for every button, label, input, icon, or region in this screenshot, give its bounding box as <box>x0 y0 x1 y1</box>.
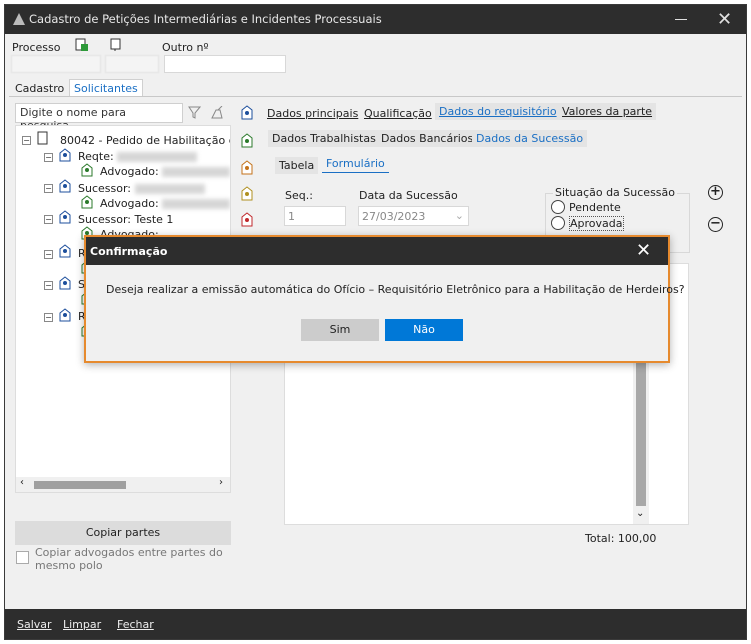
tree-collapse-toggle[interactable]: − <box>44 281 53 290</box>
close-button[interactable]: Fechar <box>117 618 154 631</box>
tree-collapse-toggle[interactable]: − <box>44 184 53 193</box>
lawyer-icon <box>81 163 93 177</box>
tab-dados-requisitorio[interactable]: Dados do requisitório <box>435 103 561 120</box>
search-input[interactable]: Digite o nome para pesquisa... <box>15 103 183 132</box>
tree-collapse-toggle[interactable]: − <box>44 215 53 224</box>
filter-icon[interactable] <box>188 106 201 119</box>
processo-label: Processo <box>12 41 61 54</box>
tab-dados-sucessao[interactable]: Dados da Sucessão <box>472 130 588 147</box>
new-document-icon[interactable] <box>75 38 89 52</box>
app-icon <box>13 13 25 25</box>
outro-field[interactable] <box>164 55 286 73</box>
clear-filter-icon[interactable] <box>210 106 224 120</box>
tree-item[interactable]: Advogado: <box>100 165 230 178</box>
tab-qualificacao[interactable]: Qualificação <box>360 105 436 122</box>
no-button[interactable]: Não <box>385 319 463 341</box>
copy-lawyers-checkbox[interactable] <box>16 551 29 564</box>
date-label: Data da Sucessão <box>359 189 458 202</box>
situacao-label: Situação da Sucessão <box>553 186 678 199</box>
person-icon <box>59 179 71 193</box>
person-icon[interactable] <box>241 105 253 120</box>
dialog-message: Deseja realizar a emissão automática do … <box>106 283 685 296</box>
copy-lawyers-label: Copiar advogados entre partes do mesmo p… <box>35 546 223 572</box>
tree-collapse-toggle[interactable]: − <box>44 153 53 162</box>
radio-pendente-label: Pendente <box>569 201 621 214</box>
dialog-title: Confirmação <box>90 245 168 258</box>
footer-bar: Salvar Limpar Fechar <box>5 609 746 639</box>
tree-item[interactable]: Sucessor: <box>78 182 205 195</box>
total-label: Total: 100,00 <box>585 532 657 545</box>
tree-collapse-toggle[interactable]: − <box>44 313 53 322</box>
tab-valores-parte[interactable]: Valores da parte <box>558 103 657 120</box>
tab-solicitantes[interactable]: Solicitantes <box>69 79 143 97</box>
radio-aprovada[interactable] <box>551 216 565 230</box>
confirmation-dialog: Confirmação ✕ Deseja realizar a emissão … <box>84 235 685 363</box>
tab-tabela[interactable]: Tabela <box>275 157 319 174</box>
person-icon[interactable] <box>241 212 253 227</box>
person-icon <box>59 210 71 224</box>
tree-horizontal-scrollbar[interactable]: ‹ › <box>16 477 230 492</box>
note-icon[interactable] <box>109 38 123 52</box>
title-bar: Cadastro de Petições Intermediárias e In… <box>5 5 746 34</box>
dialog-title-bar: Confirmação ✕ <box>86 237 668 265</box>
person-icon[interactable] <box>241 160 253 175</box>
add-icon[interactable]: + <box>708 185 723 200</box>
tab-formulario[interactable]: Formulário <box>322 155 389 173</box>
tree-collapse-toggle[interactable]: − <box>22 136 31 145</box>
tree-item[interactable]: Reqte: <box>78 150 198 163</box>
dialog-close-icon[interactable]: ✕ <box>636 240 651 261</box>
minimize-icon[interactable] <box>675 19 687 20</box>
window-title: Cadastro de Petições Intermediárias e In… <box>29 12 382 26</box>
tab-dados-bancarios[interactable]: Dados Bancários <box>377 130 478 147</box>
yes-button[interactable]: Sim <box>301 319 379 341</box>
processo-field-2[interactable] <box>105 55 159 73</box>
tab-divider <box>9 96 742 97</box>
person-icon <box>59 276 71 290</box>
chevron-down-icon[interactable]: ⌄ <box>455 209 464 222</box>
clear-button[interactable]: Limpar <box>63 618 101 631</box>
person-icon <box>59 148 71 162</box>
copy-parties-button[interactable]: Copiar partes <box>15 521 231 545</box>
processo-field-1[interactable] <box>11 55 101 73</box>
tab-cadastro[interactable]: Cadastro <box>11 80 68 97</box>
person-icon[interactable] <box>241 186 253 201</box>
tab-dados-principais[interactable]: Dados principais <box>263 105 362 122</box>
person-icon <box>59 308 71 322</box>
lawyer-icon <box>81 195 93 209</box>
scrollbar-thumb[interactable] <box>34 481 126 489</box>
scroll-right-icon[interactable]: › <box>219 477 223 488</box>
person-icon <box>59 244 71 258</box>
date-picker[interactable]: 27/03/2023 ⌄ <box>358 206 469 226</box>
document-icon <box>37 131 48 145</box>
scroll-left-icon[interactable]: ‹ <box>20 477 24 488</box>
seq-input[interactable]: 1 <box>284 206 346 226</box>
tree-item[interactable]: Sucessor: Teste 1 <box>78 213 173 226</box>
save-button[interactable]: Salvar <box>17 618 52 631</box>
tree-item[interactable]: Advogado: <box>100 197 230 210</box>
radio-pendente[interactable] <box>551 200 565 214</box>
person-icon[interactable] <box>241 133 253 148</box>
tree-collapse-toggle[interactable]: − <box>44 250 53 259</box>
scroll-down-icon[interactable]: ⌄ <box>636 508 644 519</box>
radio-aprovada-label: Aprovada <box>569 216 624 231</box>
outro-label: Outro nº <box>162 41 209 54</box>
seq-label: Seq.: <box>285 189 313 202</box>
tree-root-label[interactable]: 80042 - Pedido de Habilitação de <box>60 134 230 147</box>
close-icon[interactable]: ✕ <box>717 9 732 30</box>
remove-icon[interactable]: − <box>708 217 723 232</box>
tab-dados-trabalhistas[interactable]: Dados Trabalhistas <box>268 130 380 147</box>
